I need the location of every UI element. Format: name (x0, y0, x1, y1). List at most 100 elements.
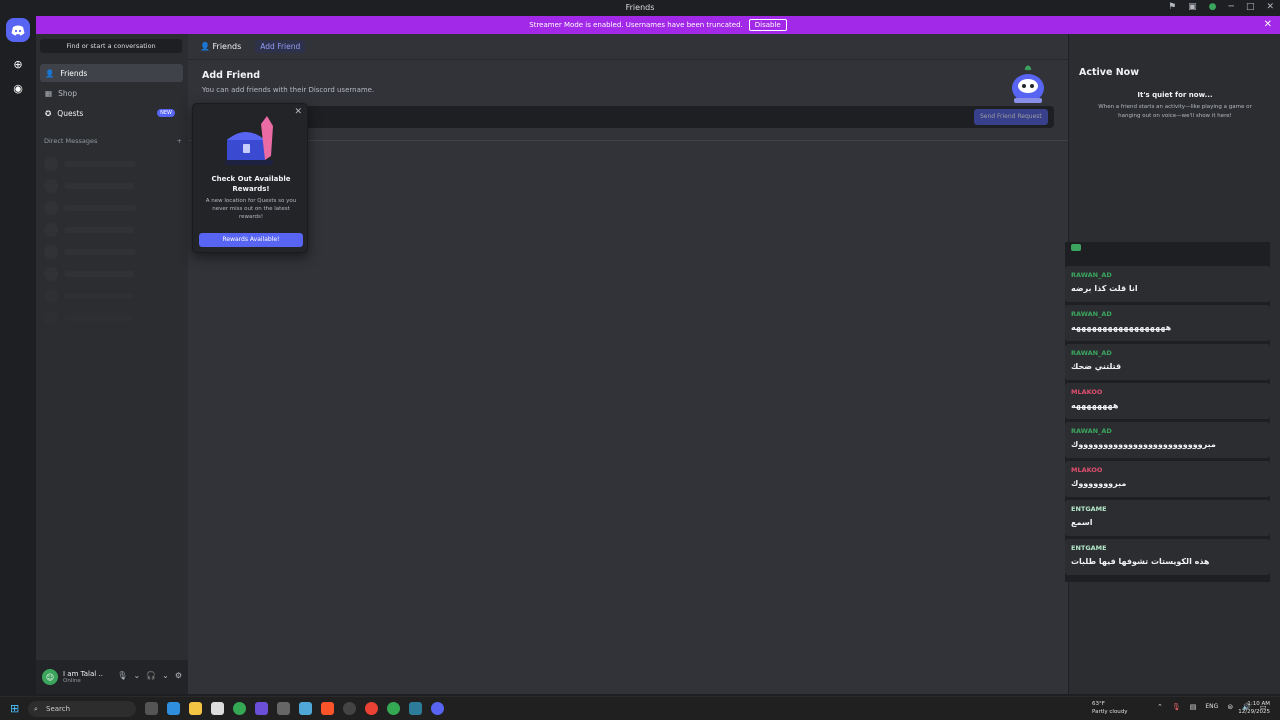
disable-button[interactable]: Disable (748, 19, 787, 31)
chat-author: MLAKOO (1071, 388, 1103, 396)
windows-start-icon[interactable]: ⊞ (10, 703, 22, 715)
chevron-down-icon[interactable]: ⌄ (162, 671, 169, 680)
username-input[interactable]: eir Discord username. (202, 106, 1054, 128)
new-badge: NEW (157, 109, 175, 117)
chrome-icon[interactable] (365, 702, 378, 715)
chat-message: RAWAN_AD انا قلت كذا برضه (1065, 266, 1270, 302)
language-indicator[interactable]: ENG (1205, 703, 1218, 711)
help-icon[interactable]: ● (1209, 2, 1217, 12)
chat-message: ENTGAME هذه الكويستات تشوفها فيها طلبات (1065, 539, 1270, 575)
add-server-button[interactable]: ⊕ (6, 52, 30, 76)
inbox-icon[interactable]: ⚑ (1168, 2, 1176, 12)
chat-message: RAWAN_AD ههههههههههههههههههه (1065, 305, 1270, 341)
chat-text: ههههههههه (1071, 401, 1119, 410)
microphone-icon[interactable]: 🎙 (1172, 703, 1181, 711)
add-friend-subheading: You can add friends with their Discord u… (202, 86, 375, 94)
chat-author: ENTGAME (1071, 544, 1107, 552)
discord-taskbar-icon[interactable] (431, 702, 444, 715)
friends-icon: 👤 (200, 42, 213, 51)
weather-widget[interactable]: 63°F Partly cloudy (1078, 700, 1128, 716)
app-icon[interactable] (277, 702, 290, 715)
sidebar-item-label: Shop (58, 88, 77, 98)
monitor-icon[interactable]: ▣ (1188, 2, 1197, 12)
search-icon: ⌕ (34, 705, 38, 713)
dm-placeholder (44, 245, 174, 259)
taskbar-apps (145, 702, 444, 715)
dm-placeholder (44, 267, 174, 281)
clock-date: 12/29/2025 (1238, 709, 1270, 715)
create-dm-button[interactable]: + (177, 137, 182, 145)
add-friend-heading: Add Friend (202, 70, 261, 81)
chrome-icon[interactable] (387, 702, 400, 715)
wifi-icon[interactable]: ⊜ (1227, 703, 1233, 711)
chat-overlay: RAWAN_AD انا قلت كذا برضه RAWAN_AD ههههههه… (1065, 242, 1270, 582)
avatar[interactable]: ☺ (42, 669, 58, 685)
wumpus-mascot-icon (1012, 65, 1044, 103)
sidebar-item-quests[interactable]: ✪ Quests NEW (40, 104, 183, 122)
dm-placeholder (44, 311, 174, 325)
chat-message: ENTGAME اسمع (1065, 500, 1270, 536)
quests-popup: ✕ Check Out Available Rewards! A new loc… (192, 103, 308, 253)
shop-icon: ▦ (45, 88, 53, 98)
chevron-down-icon[interactable]: ⌄ (133, 671, 140, 680)
username[interactable]: I am Talal .. (63, 670, 103, 678)
close-icon[interactable]: ✕ (1264, 19, 1272, 30)
app-icon[interactable] (409, 702, 422, 715)
taskbar-search-label: Search (46, 705, 71, 713)
settings-gear-icon[interactable]: ⚙ (175, 671, 182, 680)
app-icon[interactable] (343, 702, 356, 715)
taskbar-search[interactable]: ⌕ Search (28, 701, 136, 717)
task-view-icon[interactable] (145, 702, 158, 715)
server-rail: ⊕ ◉ (0, 16, 36, 696)
friends-tab-bar: 👤 Friends Add Friend (188, 34, 1068, 60)
minimize-button[interactable]: ─ (1229, 2, 1234, 12)
user-panel: ☺ I am Talal .. Online 🎙 ⌄ 🎧 ⌄ ⚙ (36, 660, 188, 694)
dm-placeholder (44, 157, 174, 171)
close-icon[interactable]: ✕ (294, 107, 302, 117)
chrome-icon[interactable] (233, 702, 246, 715)
rewards-available-button[interactable]: Rewards Available! (199, 233, 303, 247)
chat-message: MLAKOO ههههههههه (1065, 383, 1270, 419)
app-icon[interactable] (255, 702, 268, 715)
brave-icon[interactable] (321, 702, 334, 715)
sidebar-item-friends[interactable]: 👤 Friends (40, 64, 183, 82)
tab-add-friend[interactable]: Add Friend (255, 40, 306, 53)
quests-icon: ✪ (45, 108, 52, 118)
store-icon[interactable] (211, 702, 224, 715)
close-button[interactable]: ✕ (1266, 2, 1274, 12)
chat-text: مبروووووووك (1071, 479, 1127, 488)
dm-placeholder (44, 289, 174, 303)
dm-header: Direct Messages + (44, 137, 182, 145)
windows-taskbar: ⊞ ⌕ Search 63°F Partly cloudy ⌃ 🎙 ▤ ENG … (0, 696, 1280, 720)
dm-placeholder (44, 201, 174, 215)
main-content: 👤 Friends Add Friend Add Friend You can … (188, 34, 1068, 694)
chat-author: RAWAN_AD (1071, 427, 1112, 435)
app-tray-icon[interactable]: ▤ (1190, 703, 1197, 711)
divider (188, 140, 1068, 141)
chat-author: RAWAN_AD (1071, 349, 1112, 357)
headphones-icon[interactable]: 🎧 (146, 671, 156, 680)
notepad-icon[interactable] (299, 702, 312, 715)
quiet-description: When a friend starts an activity—like pl… (1098, 104, 1252, 119)
chevron-up-icon[interactable]: ⌃ (1157, 703, 1163, 711)
discord-home-button[interactable] (6, 18, 30, 42)
chat-text: هذه الكويستات تشوفها فيها طلبات (1071, 557, 1210, 566)
microphone-icon[interactable]: 🎙 (117, 671, 127, 680)
tab-friends: 👤 Friends (200, 42, 241, 51)
user-status: Online (63, 678, 81, 684)
chat-text: قتلتني ضحك (1071, 362, 1122, 371)
clock[interactable]: 1:10 AM 12/29/2025 (1238, 700, 1270, 716)
discord-logo-icon (11, 25, 25, 35)
sidebar-item-shop[interactable]: ▦ Shop (40, 84, 183, 102)
file-explorer-icon[interactable] (189, 702, 202, 715)
maximize-button[interactable]: □ (1246, 2, 1255, 12)
send-friend-request-button[interactable]: Send Friend Request (974, 109, 1048, 125)
conversation-search[interactable]: Find or start a conversation (40, 39, 182, 53)
chat-message: RAWAN_AD مبروووووووووووووووووووووووووك (1065, 422, 1270, 458)
discover-button[interactable]: ◉ (6, 76, 30, 100)
copilot-icon[interactable] (167, 702, 180, 715)
chat-author: RAWAN_AD (1071, 310, 1112, 318)
window-title: Friends (625, 3, 655, 12)
add-friend-header: Add Friend You can add friends with thei… (202, 70, 374, 94)
weather-temp: 63°F (1092, 701, 1105, 707)
